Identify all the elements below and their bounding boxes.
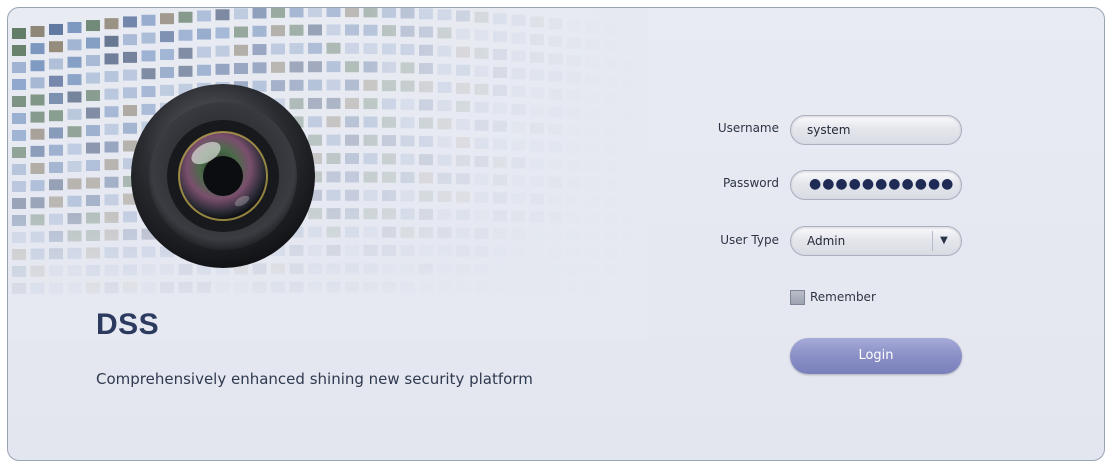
password-field[interactable]: ●●●●●●●●●●●	[790, 170, 962, 200]
username-value: system	[807, 123, 851, 137]
password-label: Password	[722, 176, 779, 190]
login-button[interactable]: Login	[790, 338, 962, 374]
username-field[interactable]: system	[790, 115, 962, 145]
user-type-select[interactable]: Admin ▼	[790, 226, 962, 256]
brand-tagline: Comprehensively enhanced shining new sec…	[96, 370, 533, 388]
remember-label: Remember	[810, 290, 876, 304]
password-masked-value: ●●●●●●●●●●●	[809, 176, 955, 192]
banner-fade	[8, 8, 648, 338]
username-label: Username	[717, 121, 779, 135]
chevron-down-icon[interactable]: ▼	[932, 231, 955, 251]
brand-name: DSS	[96, 308, 160, 341]
login-panel: DSS Comprehensively enhanced shining new…	[7, 7, 1105, 461]
remember-checkbox[interactable]	[790, 290, 805, 305]
user-type-label: User Type	[720, 233, 779, 247]
camera-lens-icon	[131, 84, 315, 268]
user-type-value: Admin	[807, 234, 846, 248]
video-wall-banner	[8, 8, 648, 338]
